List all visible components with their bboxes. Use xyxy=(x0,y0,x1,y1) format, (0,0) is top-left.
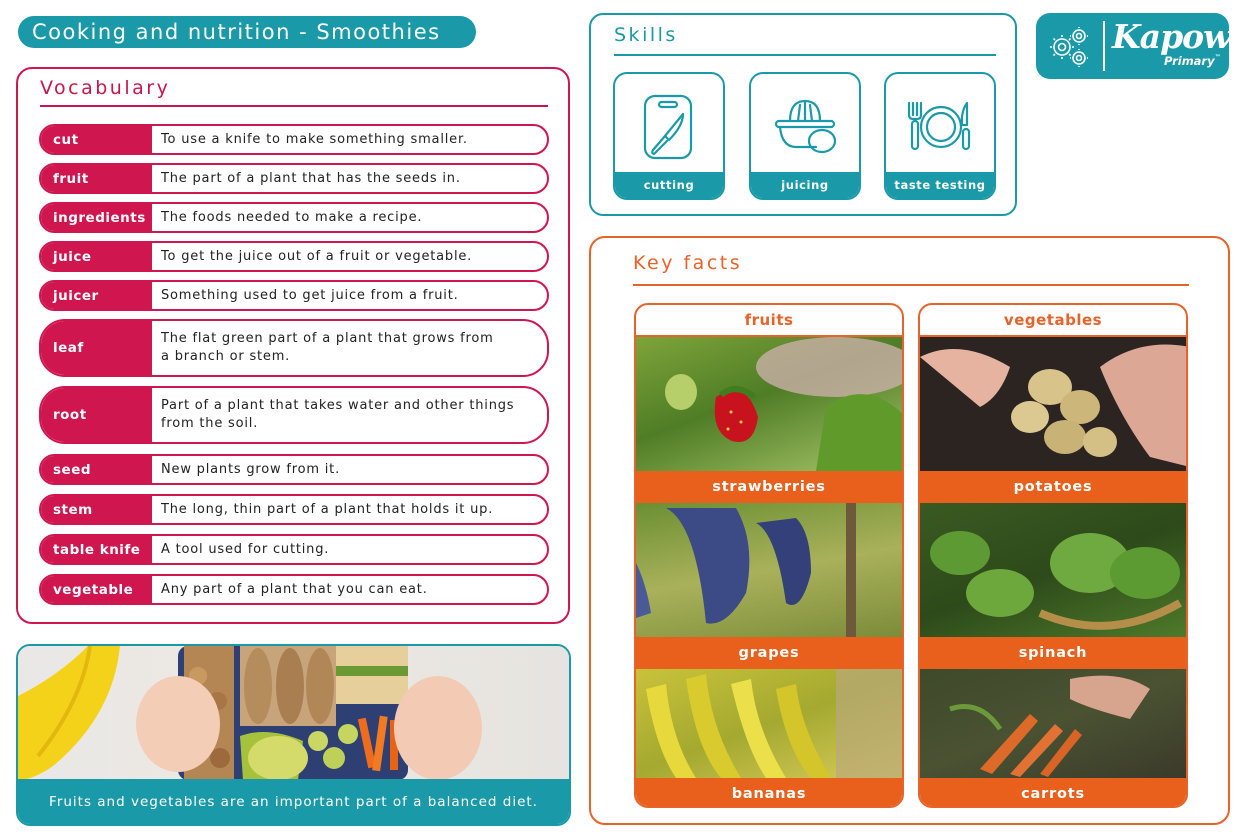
skills-divider xyxy=(614,54,996,56)
fact-item-grapes: grapes xyxy=(636,503,902,669)
hand-right xyxy=(394,676,482,780)
vocab-definition: The flat green part of a plant that grow… xyxy=(161,331,494,364)
vocab-definition: New plants grow from it. xyxy=(161,461,341,477)
vocab-term: fruit xyxy=(41,165,152,192)
skill-label: cutting xyxy=(615,172,723,198)
balanced-diet-caption: Fruits and vegetables are an important p… xyxy=(18,779,569,824)
plate-fork-knife-icon xyxy=(886,82,994,172)
vocab-row: root Part of a plant that takes water an… xyxy=(39,386,549,444)
key-facts-column-fruits: fruits strawberries grapes bananas xyxy=(634,303,904,808)
key-facts-column-vegetables: vegetables potatoes spinach carrots xyxy=(918,303,1188,808)
balanced-diet-banner: Fruits and vegetables are an important p… xyxy=(16,644,571,826)
spinach-photo xyxy=(920,503,1186,637)
strawberries-photo xyxy=(636,337,902,471)
vocab-row: fruit The part of a plant that has the s… xyxy=(39,163,549,194)
logo-sub-text: Primary xyxy=(1164,54,1215,68)
fact-label: carrots xyxy=(920,778,1186,806)
vocab-row: juicer Something used to get juice from … xyxy=(39,280,549,311)
vocab-term: table knife xyxy=(41,536,152,563)
trademark: ™ xyxy=(1214,54,1221,61)
vocab-definition: The foods needed to make a recipe. xyxy=(161,209,423,225)
vocab-definition: To use a knife to make something smaller… xyxy=(161,131,468,147)
lunchbox-photo xyxy=(18,646,569,780)
vocab-row: cut To use a knife to make something sma… xyxy=(39,124,549,155)
logo-divider xyxy=(1103,21,1105,71)
vocab-term: root xyxy=(41,388,152,442)
vocab-definition: To get the juice out of a fruit or veget… xyxy=(161,248,473,264)
hand-left xyxy=(136,676,220,772)
carrots-photo xyxy=(920,669,1186,778)
lunchbox-illustration xyxy=(18,646,482,780)
vocab-definition: Part of a plant that takes water and oth… xyxy=(161,398,515,431)
column-heading: fruits xyxy=(636,305,902,337)
fact-label: grapes xyxy=(636,637,902,669)
skill-card-taste-testing: taste testing xyxy=(884,72,996,200)
skill-label: juicing xyxy=(751,172,859,198)
vocab-definition: Any part of a plant that you can eat. xyxy=(161,581,428,597)
key-facts-heading: Key facts xyxy=(633,252,743,274)
vocab-row: stem The long, thin part of a plant that… xyxy=(39,494,549,525)
vocab-row: table knife A tool used for cutting. xyxy=(39,534,549,565)
cutting-board-knife-icon xyxy=(615,82,723,172)
citrus-juicer-icon xyxy=(751,82,859,172)
vocab-definition: A tool used for cutting. xyxy=(161,541,330,557)
column-heading: vegetables xyxy=(920,305,1186,337)
grapes-photo xyxy=(636,503,902,637)
skills-panel: Skills cutting juicing taste testing xyxy=(589,13,1017,216)
fact-label: strawberries xyxy=(636,471,902,503)
fact-item-carrots: carrots xyxy=(920,669,1186,806)
vocab-definition: The long, thin part of a plant that hold… xyxy=(161,501,494,517)
key-facts-panel: Key facts fruits strawberries grapes ban… xyxy=(589,236,1230,825)
fact-item-strawberries: strawberries xyxy=(636,337,902,503)
vocabulary-heading: Vocabulary xyxy=(40,77,171,99)
logo-wordmark: Kapow xyxy=(1112,17,1232,56)
logo-subtitle: Primary™ xyxy=(1164,54,1221,68)
vocab-definition: The part of a plant that has the seeds i… xyxy=(161,170,461,186)
fact-item-spinach: spinach xyxy=(920,503,1186,669)
skill-card-juicing: juicing xyxy=(749,72,861,200)
skill-card-cutting: cutting xyxy=(613,72,725,200)
vocab-term: juicer xyxy=(41,282,152,309)
potatoes-photo xyxy=(920,337,1186,471)
fact-label: potatoes xyxy=(920,471,1186,503)
vocab-row: vegetable Any part of a plant that you c… xyxy=(39,574,549,605)
vocab-term: cut xyxy=(41,126,152,153)
vocabulary-panel: Vocabulary cut To use a knife to make so… xyxy=(16,67,570,624)
kapow-primary-logo: Kapow Primary™ xyxy=(1036,13,1232,79)
vocab-row: juice To get the juice out of a fruit or… xyxy=(39,241,549,272)
fact-item-bananas: bananas xyxy=(636,669,902,806)
vocab-term: juice xyxy=(41,243,152,270)
vocab-term: seed xyxy=(41,456,152,483)
skills-heading: Skills xyxy=(614,24,678,46)
vocab-term: stem xyxy=(41,496,152,523)
vocab-term: leaf xyxy=(41,321,152,375)
bananas-photo xyxy=(636,669,902,778)
vocab-term: vegetable xyxy=(41,576,152,603)
fact-label: bananas xyxy=(636,778,902,806)
key-facts-divider xyxy=(633,284,1189,286)
skill-label: taste testing xyxy=(886,172,994,198)
page-title: Cooking and nutrition - Smoothies xyxy=(18,16,476,48)
fact-item-potatoes: potatoes xyxy=(920,337,1186,503)
gears-icon xyxy=(1048,25,1092,73)
vocab-term: ingredients xyxy=(41,204,152,231)
vocab-row: leaf The flat green part of a plant that… xyxy=(39,319,549,377)
vocab-row: ingredients The foods needed to make a r… xyxy=(39,202,549,233)
vocabulary-divider xyxy=(40,105,548,107)
fact-label: spinach xyxy=(920,637,1186,669)
vocab-definition: Something used to get juice from a fruit… xyxy=(161,287,459,303)
vocab-row: seed New plants grow from it. xyxy=(39,454,549,485)
